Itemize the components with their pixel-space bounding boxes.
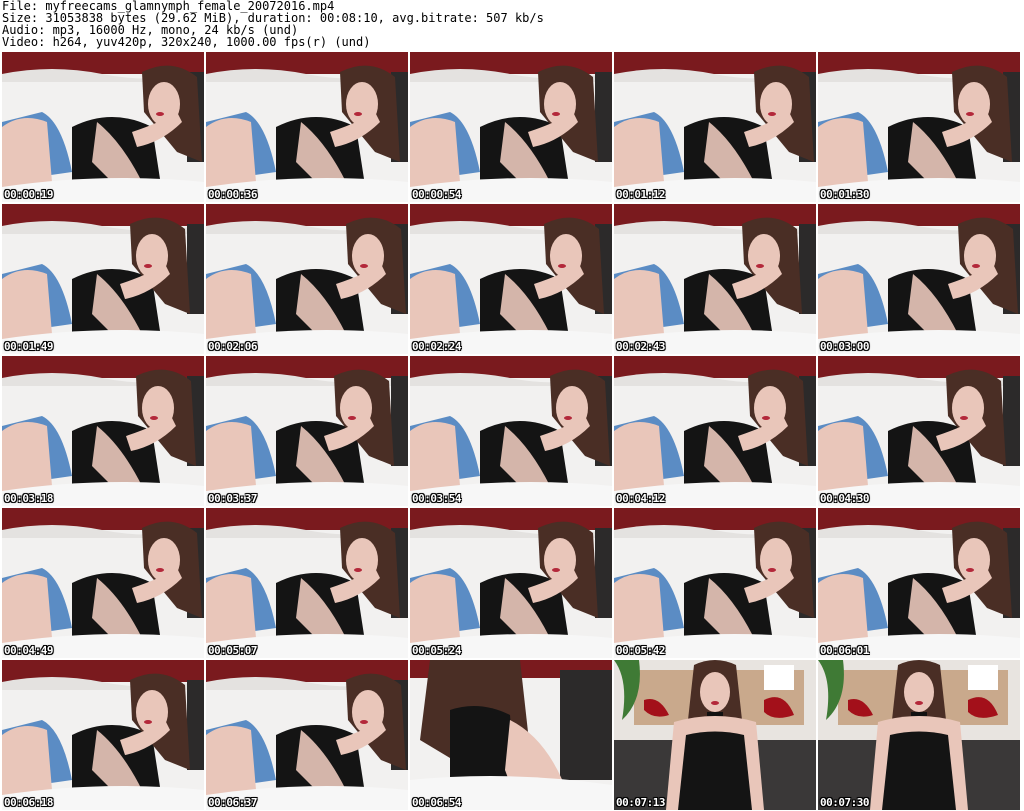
video-thumbnail: 00:06:37 — [206, 660, 408, 810]
thumbnail-frame-image — [614, 508, 816, 658]
video-thumbnail: 00:02:43 — [614, 204, 816, 354]
thumbnail-frame-image — [410, 508, 612, 658]
thumbnail-timestamp: 00:05:42 — [616, 644, 665, 657]
video-thumbnail: 00:03:18 — [2, 356, 204, 506]
video-thumbnail: 00:02:24 — [410, 204, 612, 354]
thumbnail-timestamp: 00:02:24 — [412, 340, 461, 353]
thumbnail-timestamp: 00:02:43 — [616, 340, 665, 353]
thumbnail-frame-image — [2, 204, 204, 354]
video-thumbnail: 00:03:37 — [206, 356, 408, 506]
thumbnail-timestamp: 00:03:00 — [820, 340, 869, 353]
thumbnail-frame-image — [206, 508, 408, 658]
thumbnail-frame-image — [206, 52, 408, 202]
thumbnail-frame-image — [818, 660, 1020, 810]
thumbnail-timestamp: 00:01:30 — [820, 188, 869, 201]
video-thumbnail: 00:03:00 — [818, 204, 1020, 354]
thumbnail-frame-image — [206, 204, 408, 354]
thumbnail-timestamp: 00:04:30 — [820, 492, 869, 505]
thumbnail-timestamp: 00:06:01 — [820, 644, 869, 657]
thumbnail-timestamp: 00:06:54 — [412, 796, 461, 809]
thumbnail-timestamp: 00:04:49 — [4, 644, 53, 657]
thumbnail-frame-image — [2, 508, 204, 658]
thumbnail-frame-image — [818, 52, 1020, 202]
video-thumbnail: 00:00:36 — [206, 52, 408, 202]
thumbnail-frame-image — [614, 52, 816, 202]
video-thumbnail: 00:01:12 — [614, 52, 816, 202]
thumbnail-timestamp: 00:05:24 — [412, 644, 461, 657]
thumbnail-frame-image — [410, 52, 612, 202]
thumbnail-timestamp: 00:01:49 — [4, 340, 53, 353]
video-info-line: Video: h264, yuv420p, 320x240, 1000.00 f… — [2, 35, 371, 49]
video-thumbnail: 00:06:18 — [2, 660, 204, 810]
thumbnail-timestamp: 00:07:30 — [820, 796, 869, 809]
file-info-header: File: myfreecams_glamnymph_female_200720… — [2, 0, 1022, 50]
thumbnail-frame-image — [410, 660, 612, 810]
thumbnail-timestamp: 00:03:54 — [412, 492, 461, 505]
thumbnail-timestamp: 00:06:18 — [4, 796, 53, 809]
video-thumbnail: 00:01:49 — [2, 204, 204, 354]
video-thumbnail: 00:07:30 — [818, 660, 1020, 810]
video-thumbnail: 00:00:54 — [410, 52, 612, 202]
thumbnail-timestamp: 00:01:12 — [616, 188, 665, 201]
thumbnail-frame-image — [2, 356, 204, 506]
video-thumbnail: 00:02:06 — [206, 204, 408, 354]
thumbnail-grid: 00:00:19 00:00:36 00:00:54 00:01:12 00:0… — [2, 52, 1022, 810]
video-thumbnail: 00:00:19 — [2, 52, 204, 202]
thumbnail-timestamp: 00:04:12 — [616, 492, 665, 505]
video-thumbnail: 00:04:12 — [614, 356, 816, 506]
thumbnail-timestamp: 00:07:13 — [616, 796, 665, 809]
thumbnail-timestamp: 00:00:54 — [412, 188, 461, 201]
thumbnail-frame-image — [2, 52, 204, 202]
thumbnail-frame-image — [206, 356, 408, 506]
thumbnail-timestamp: 00:00:19 — [4, 188, 53, 201]
video-thumbnail: 00:03:54 — [410, 356, 612, 506]
video-thumbnail: 00:01:30 — [818, 52, 1020, 202]
video-thumbnail: 00:06:54 — [410, 660, 612, 810]
thumbnail-timestamp: 00:06:37 — [208, 796, 257, 809]
thumbnail-frame-image — [818, 508, 1020, 658]
thumbnail-frame-image — [818, 204, 1020, 354]
thumbnail-frame-image — [410, 356, 612, 506]
thumbnail-timestamp: 00:00:36 — [208, 188, 257, 201]
thumbnail-frame-image — [614, 204, 816, 354]
thumbnail-timestamp: 00:03:37 — [208, 492, 257, 505]
thumbnail-frame-image — [818, 356, 1020, 506]
video-thumbnail: 00:06:01 — [818, 508, 1020, 658]
thumbnail-frame-image — [614, 660, 816, 810]
video-thumbnail: 00:05:07 — [206, 508, 408, 658]
thumbnail-timestamp: 00:05:07 — [208, 644, 257, 657]
thumbnail-frame-image — [410, 204, 612, 354]
thumbnail-frame-image — [614, 356, 816, 506]
thumbnail-timestamp: 00:02:06 — [208, 340, 257, 353]
video-thumbnail: 00:05:42 — [614, 508, 816, 658]
video-thumbnail: 00:07:13 — [614, 660, 816, 810]
video-thumbnail: 00:04:49 — [2, 508, 204, 658]
thumbnail-frame-image — [2, 660, 204, 810]
video-thumbnail: 00:04:30 — [818, 356, 1020, 506]
thumbnail-frame-image — [206, 660, 408, 810]
thumbnail-timestamp: 00:03:18 — [4, 492, 53, 505]
video-thumbnail: 00:05:24 — [410, 508, 612, 658]
